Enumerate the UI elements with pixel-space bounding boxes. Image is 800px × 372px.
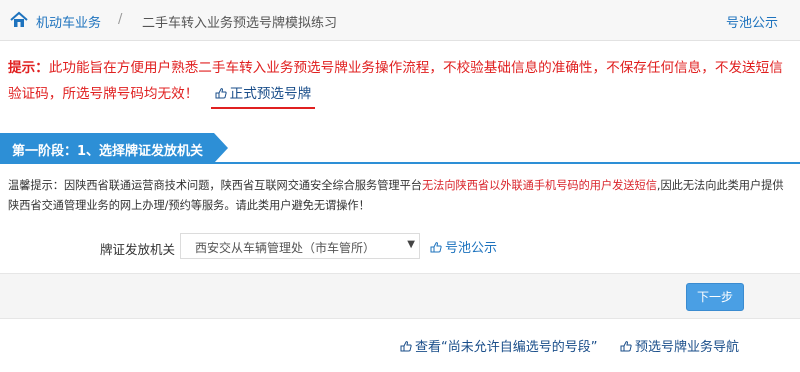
next-step-button[interactable]: 下一步 [686, 283, 744, 311]
issuing-authority-value: 西安交从车辆管理处（市车管所） [195, 241, 376, 255]
breadcrumb-bar: 机动车业务 / 二手车转入业务预选号牌模拟练习 号池公示 [0, 0, 800, 41]
simulation-notice: 提示：此功能旨在方便用户熟悉二手车转入业务预选号牌业务操作流程，不校验基础信息的… [8, 55, 794, 109]
issuing-authority-select[interactable]: 西安交从车辆管理处（市车管所） ▼ [180, 233, 420, 259]
stage-banner: 第一阶段：1、选择牌证发放机关 [0, 133, 228, 163]
guide-label: 预选号牌业务导航 [635, 340, 740, 355]
official-selection-link[interactable]: 正式预选号牌 [210, 83, 316, 109]
hand-point-icon [215, 88, 227, 99]
notice-label: 提示： [8, 60, 49, 76]
hint-text-1: 温馨提示：因陕西省联通运营商技术问题，陕西省互联网交通安全综合服务管理平台 [8, 179, 422, 192]
warm-hint: 温馨提示：因陕西省联通运营商技术问题，陕西省互联网交通安全综合服务管理平台无法向… [8, 176, 794, 216]
issuing-authority-row: 牌证发放机关 西安交从车辆管理处（市车管所） ▼ 号池公示 [0, 230, 800, 264]
stage-title: 第一阶段：1、选择牌证发放机关 [12, 144, 204, 159]
view-segments-label: 查看“尚未允许自编选号的号段” [415, 340, 598, 355]
hand-point-icon [430, 242, 442, 253]
home-icon[interactable] [10, 11, 28, 28]
breadcrumb-separator: / [118, 12, 123, 27]
breadcrumb-home-link[interactable]: 机动车业务 [36, 12, 101, 31]
selection-guide-link[interactable]: 预选号牌业务导航 [620, 336, 739, 355]
form-pool-link-label: 号池公示 [445, 241, 498, 256]
action-bar: 下一步 [0, 273, 800, 319]
stage-divider [0, 162, 800, 164]
chevron-down-icon: ▼ [407, 239, 415, 250]
official-link-label: 正式预选号牌 [229, 86, 312, 102]
hand-point-icon [400, 341, 412, 352]
notice-text: 此功能旨在方便用户熟悉二手车转入业务预选号牌业务操作流程，不校验基础信息的准确性… [8, 60, 783, 102]
issuing-authority-label: 牌证发放机关 [100, 242, 176, 257]
hand-point-icon [620, 341, 632, 352]
breadcrumb-current: 二手车转入业务预选号牌模拟练习 [142, 16, 338, 31]
pool-announcement-link[interactable]: 号池公示 [726, 12, 778, 31]
view-restricted-segments-link[interactable]: 查看“尚未允许自编选号的号段” [400, 336, 597, 355]
hint-highlight: 无法向陕西省以外联通手机号码的用户发送短信 [421, 179, 657, 192]
form-pool-announcement-link[interactable]: 号池公示 [430, 237, 497, 256]
